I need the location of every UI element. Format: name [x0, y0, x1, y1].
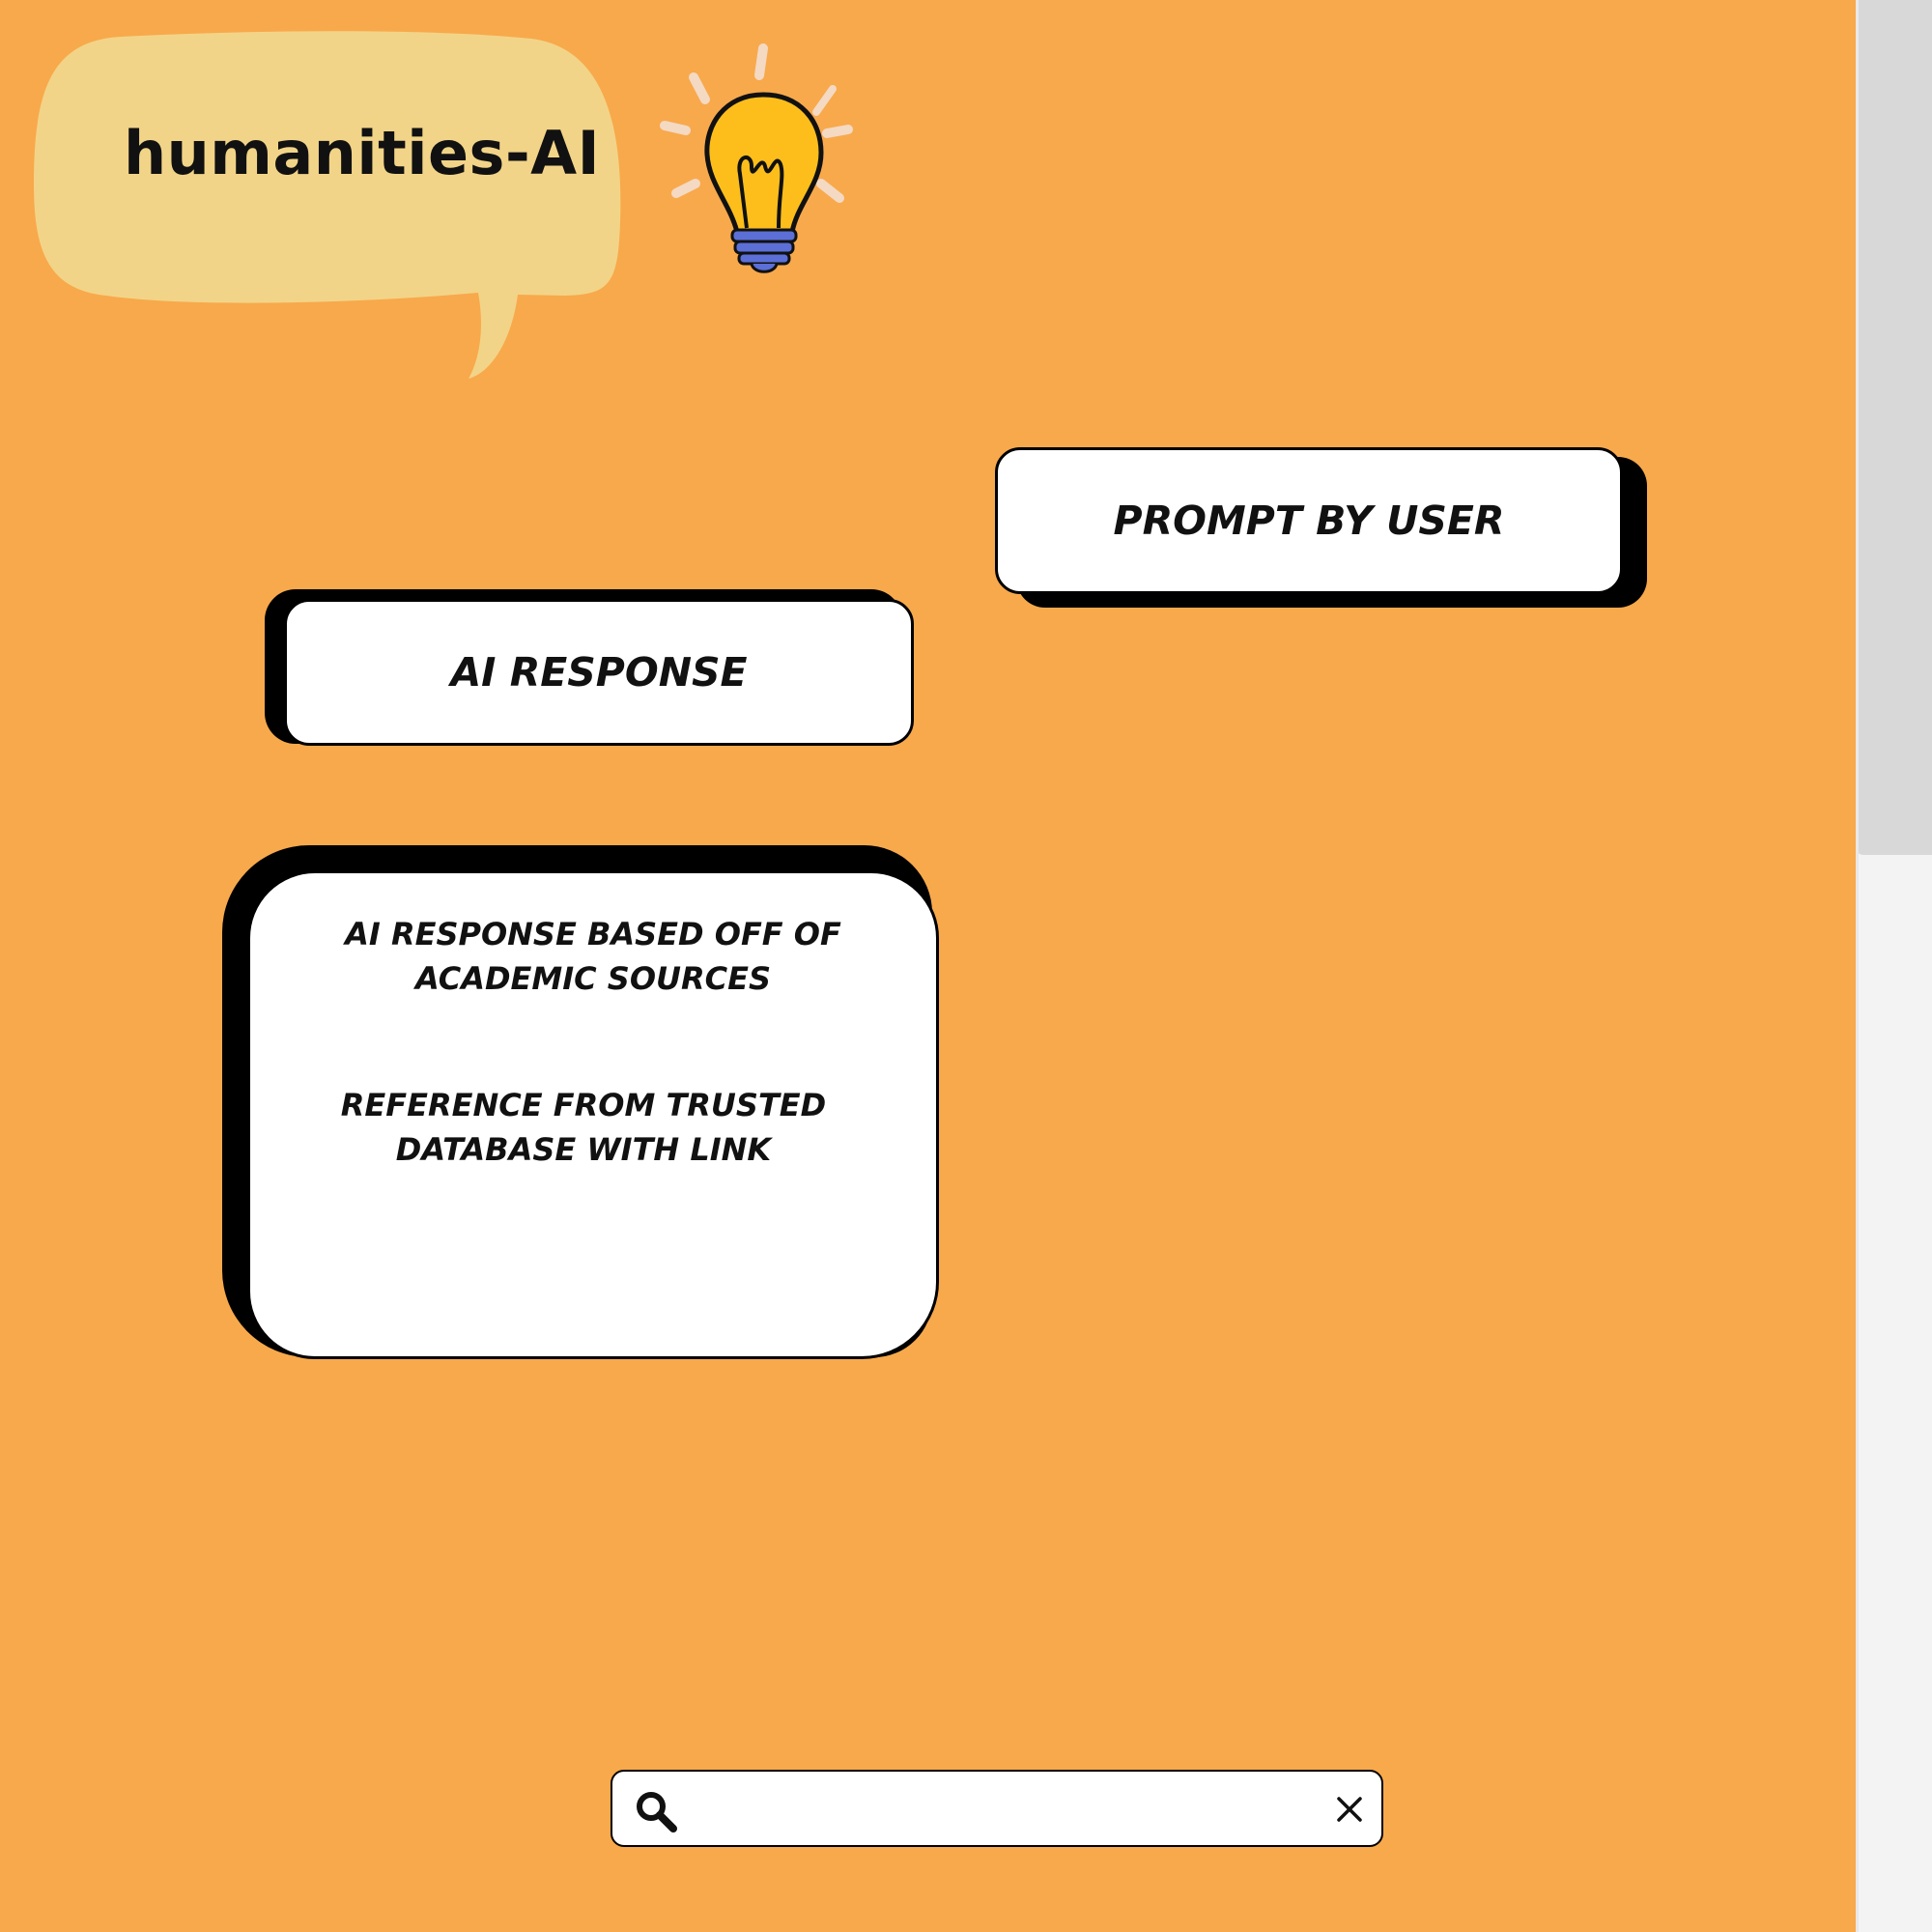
logo-speech-bubble — [34, 31, 621, 379]
user-prompt-message: PROMPT BY USER — [995, 447, 1647, 608]
sourced-response-text: AI RESPONSE BASED OFF OF ACADEMIC SOURCE… — [345, 916, 841, 997]
scrollbar-edge — [1856, 0, 1859, 1932]
app-canvas: humanities-AI PROMPT BY USER AI RESPONSE… — [0, 0, 1932, 1932]
app-title: humanities-AI — [124, 118, 601, 188]
ai-response-bubble: AI RESPONSE — [284, 599, 914, 746]
user-prompt-text: PROMPT BY USER — [1113, 497, 1505, 544]
ai-response-message: AI RESPONSE — [265, 587, 914, 748]
close-icon[interactable] — [1335, 1795, 1364, 1824]
scrollbar-thumb[interactable] — [1856, 0, 1932, 855]
search-icon[interactable] — [634, 1789, 678, 1833]
ai-sourced-response-message: AI RESPONSE BASED OFF OF ACADEMIC SOURCE… — [222, 845, 939, 1359]
ai-sourced-response-bubble: AI RESPONSE BASED OFF OF ACADEMIC SOURCE… — [247, 870, 939, 1359]
user-prompt-bubble: PROMPT BY USER — [995, 447, 1623, 594]
reference-link-text[interactable]: REFERENCE FROM TRUSTED DATABASE WITH LIN… — [313, 1083, 854, 1172]
lightbulb-icon — [660, 43, 853, 273]
search-bar[interactable] — [611, 1770, 1383, 1847]
search-input[interactable] — [694, 1781, 1296, 1837]
ai-response-text: AI RESPONSE — [450, 649, 748, 696]
